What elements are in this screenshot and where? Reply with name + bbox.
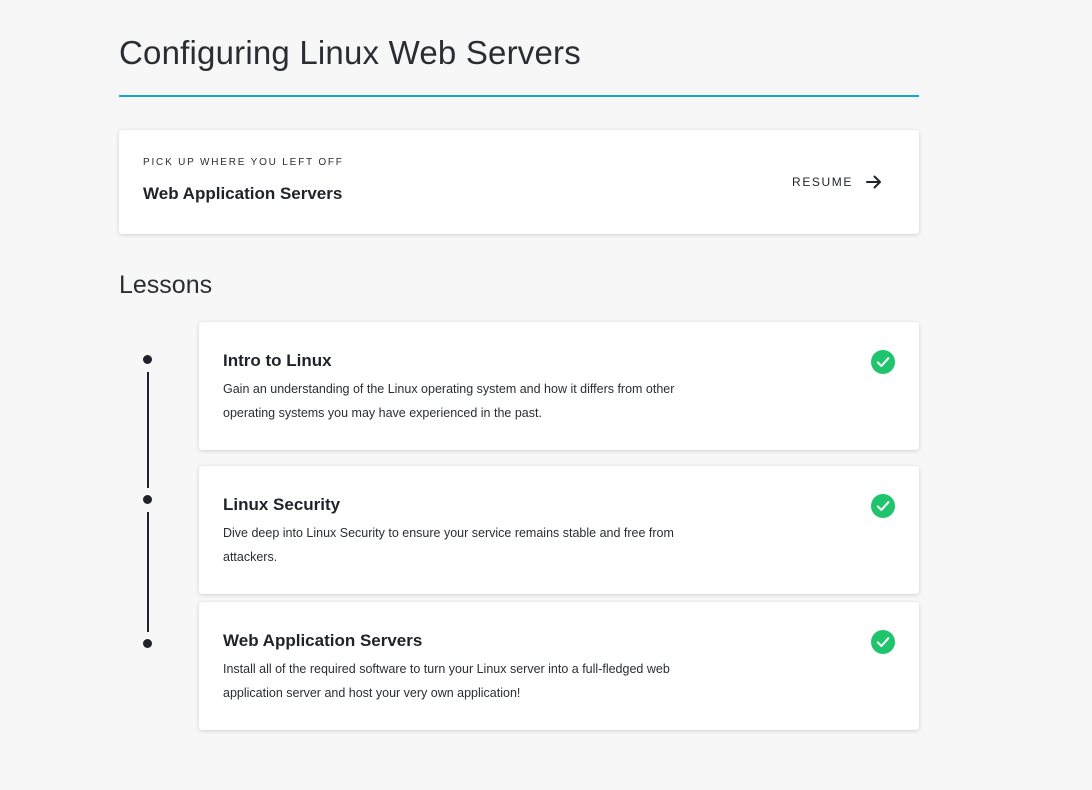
check-circle-icon	[871, 630, 895, 654]
resume-button[interactable]: RESUME	[792, 170, 883, 194]
resume-card: PICK UP WHERE YOU LEFT OFF Web Applicati…	[119, 130, 919, 234]
lesson-card-web-application-servers[interactable]: Web Application Servers Install all of t…	[199, 602, 919, 730]
lesson-title: Linux Security	[223, 495, 341, 514]
lesson-card-intro-to-linux[interactable]: Intro to Linux Gain an understanding of …	[199, 322, 919, 450]
lesson-description: Install all of the required software to …	[223, 662, 670, 700]
title-divider	[119, 95, 919, 97]
check-circle-icon	[871, 350, 895, 374]
lesson-card-linux-security[interactable]: Linux Security Dive deep into Linux Secu…	[199, 466, 919, 594]
timeline-dot	[143, 639, 152, 648]
timeline-dot	[143, 355, 152, 364]
arrow-right-icon	[866, 175, 881, 189]
resume-lesson-title: Web Application Servers	[143, 184, 343, 203]
lesson-title: Intro to Linux	[223, 351, 332, 370]
course-title: Configuring Linux Web Servers	[119, 34, 581, 71]
lesson-description: Dive deep into Linux Security to ensure …	[223, 526, 674, 564]
lesson-description: Gain an understanding of the Linux opera…	[223, 382, 675, 420]
timeline-dot	[143, 495, 152, 504]
lessons-heading: Lessons	[119, 271, 213, 299]
check-circle-icon	[871, 494, 895, 518]
timeline-connector	[147, 372, 149, 488]
timeline-connector	[147, 512, 149, 632]
resume-button-label: RESUME	[792, 175, 853, 189]
resume-eyebrow: PICK UP WHERE YOU LEFT OFF	[143, 157, 344, 168]
lesson-title: Web Application Servers	[223, 631, 423, 650]
